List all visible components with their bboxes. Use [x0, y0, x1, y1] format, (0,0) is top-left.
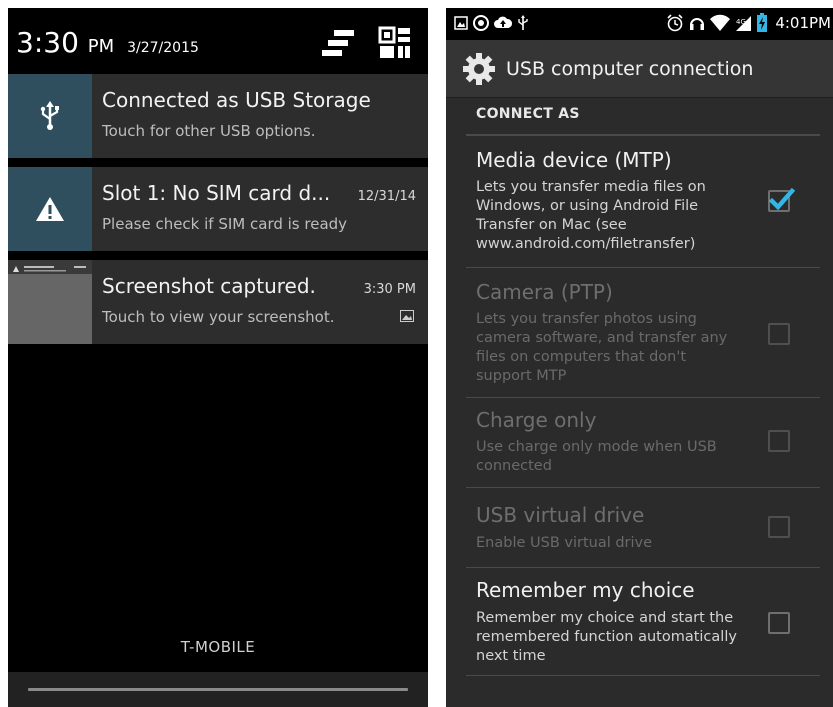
- pref-title: Media device (MTP): [476, 148, 672, 172]
- battery-charging-icon: [757, 13, 768, 32]
- usb-icon: [40, 101, 59, 130]
- pref-title: USB virtual drive: [476, 503, 645, 527]
- screen-title: USB computer connection: [506, 58, 754, 80]
- headset-icon: [690, 18, 705, 30]
- clock-time: 3:30: [16, 26, 79, 59]
- clock: 3:30 PM 3/27/2015: [16, 26, 199, 59]
- usb-virtual-drive-checkbox[interactable]: [768, 516, 790, 538]
- pref-title: Charge only: [476, 408, 597, 432]
- charge-only-checkbox[interactable]: [768, 430, 790, 452]
- clock-ampm: PM: [87, 36, 115, 57]
- drag-handle-line: [28, 688, 408, 691]
- status-bar-system-icons: 4G 4:01PM: [666, 13, 831, 33]
- pref-summary: Use charge only mode when USB connected: [476, 439, 717, 474]
- pref-usb-virtual-drive[interactable]: USB virtual drive Enable USB virtual dri…: [466, 488, 820, 568]
- notification-icon-box: [8, 74, 92, 158]
- clock-date: 3/27/2015: [127, 40, 199, 56]
- pref-title: Camera (PTP): [476, 280, 613, 304]
- notification-subtitle: Touch to view your screenshot.: [102, 308, 335, 326]
- notification-time: 3:30 PM: [363, 282, 416, 297]
- pref-summary: Enable USB virtual drive: [476, 535, 653, 551]
- status-bar-notification-icons: [454, 15, 529, 31]
- notification-title: Screenshot captured.: [102, 274, 316, 298]
- notification-title: Slot 1: No SIM card d...: [102, 181, 331, 205]
- mtp-checkbox[interactable]: [768, 187, 796, 212]
- quick-settings-icon: [378, 26, 410, 58]
- screenshot-thumbnail: [8, 260, 92, 344]
- usb-icon: [518, 15, 528, 30]
- pref-summary: Remember my choice and start the remembe…: [476, 610, 737, 664]
- notification-subtitle: Please check if SIM card is ready: [102, 215, 348, 233]
- notification-subtitle: Touch for other USB options.: [102, 122, 316, 140]
- notification-icon-box: [8, 167, 92, 251]
- action-bar: USB computer connection: [446, 40, 833, 98]
- warning-icon: [36, 197, 64, 221]
- cloud-upload-icon: [494, 16, 512, 28]
- section-header-connect-as: CONNECT AS: [476, 106, 580, 122]
- gallery-icon: [454, 16, 468, 30]
- pref-media-device-mtp[interactable]: Media device (MTP) Lets you transfer med…: [466, 136, 820, 268]
- shade-header: 3:30 PM 3/27/2015: [8, 8, 428, 74]
- checkmark-icon: [768, 187, 796, 211]
- signal-icon: 4G: [736, 16, 752, 31]
- notification-shade: 3:30 PM 3/27/2015 Connected as USB Stora…: [8, 8, 428, 707]
- screenshot-preview-image: [8, 260, 92, 344]
- pref-summary: Lets you transfer media files on Windows…: [476, 179, 706, 252]
- carrier-label: T-MOBILE: [180, 638, 256, 656]
- notification-title: Connected as USB Storage: [102, 88, 371, 112]
- ptp-checkbox[interactable]: [768, 323, 790, 345]
- remember-choice-checkbox[interactable]: [768, 612, 790, 634]
- shade-drag-handle[interactable]: [8, 672, 428, 707]
- clear-all-icon: [322, 30, 354, 56]
- usb-connection-screen: 4G 4:01PM USB computer connection CONNEC…: [446, 8, 833, 707]
- wifi-icon: [710, 14, 731, 31]
- pref-remember-choice[interactable]: Remember my choice Remember my choice an…: [466, 568, 820, 676]
- pref-camera-ptp[interactable]: Camera (PTP) Lets you transfer photos us…: [466, 268, 820, 398]
- quick-settings-button[interactable]: [376, 24, 414, 62]
- notification-screenshot[interactable]: Screenshot captured. 3:30 PM Touch to vi…: [8, 260, 428, 344]
- notification-usb-storage[interactable]: Connected as USB Storage Touch for other…: [8, 74, 428, 158]
- svg-text:4G: 4G: [736, 18, 746, 26]
- notification-no-sim[interactable]: Slot 1: No SIM card d... 12/31/14 Please…: [8, 167, 428, 251]
- alarm-icon: [667, 14, 683, 32]
- record-icon: [473, 15, 489, 31]
- notification-time: 12/31/14: [357, 189, 416, 204]
- status-bar-time: 4:01PM: [775, 14, 831, 32]
- image-icon: [400, 310, 414, 322]
- settings-gear-icon[interactable]: [462, 52, 496, 86]
- pref-charge-only[interactable]: Charge only Use charge only mode when US…: [466, 398, 820, 488]
- status-bar: 4G 4:01PM: [446, 8, 833, 40]
- pref-title: Remember my choice: [476, 578, 695, 602]
- clear-notifications-button[interactable]: [318, 24, 356, 62]
- pref-summary: Lets you transfer photos using camera so…: [476, 311, 728, 384]
